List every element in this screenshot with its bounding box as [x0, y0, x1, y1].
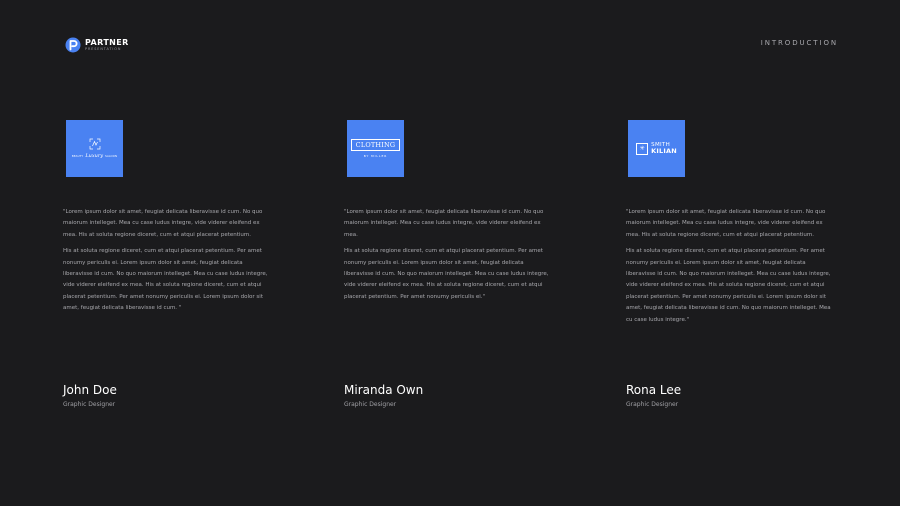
quote-paragraph-2: His at soluta regione diceret, cum et at… [63, 248, 268, 312]
logo-wordmark: BEAUTY Luxury SALOON [72, 153, 117, 159]
testimonial-card-rona-lee: ✳ SMITH KILIAN "Lorem ipsum dolor sit am… [626, 120, 831, 408]
quote-paragraph-1: "Lorem ipsum dolor sit amet, feugiat del… [626, 209, 826, 238]
testimonial-quote: "Lorem ipsum dolor sit amet, feugiat del… [63, 207, 268, 315]
logo-line-2: KILIAN [651, 146, 677, 155]
quote-paragraph-1: "Lorem ipsum dolor sit amet, feugiat del… [344, 209, 544, 238]
logo-line-3: SALOON [105, 154, 118, 158]
person-role: Graphic Designer [344, 401, 397, 408]
logo-line-2: Luxury [85, 153, 104, 159]
person-name: John Doe [63, 383, 117, 397]
logo-wordmark: SMITH KILIAN [651, 142, 677, 155]
person-role: Graphic Designer [626, 401, 679, 408]
logo-line-2: BY MILLER [363, 154, 388, 158]
logo-line-1: BEAUTY [71, 154, 84, 158]
brand-logo[interactable]: PARTNER PRESENTATION [65, 37, 129, 53]
partner-logo-icon [65, 37, 81, 53]
brand-text: PARTNER PRESENTATION [85, 37, 129, 51]
quote-paragraph-2: His at soluta regione diceret, cum et at… [344, 248, 549, 300]
person-name: Miranda Own [344, 383, 424, 397]
person-role: Graphic Designer [63, 401, 116, 408]
testimonial-quote: "Lorem ipsum dolor sit amet, feugiat del… [626, 207, 831, 326]
section-label: INTRODUCTION [760, 39, 838, 47]
person-name: Rona Lee [626, 383, 682, 397]
smith-kilian-logo: ✳ SMITH KILIAN [628, 120, 685, 177]
testimonial-quote: "Lorem ipsum dolor sit amet, feugiat del… [344, 207, 549, 303]
logo-line-1: CLOTHING [355, 141, 396, 149]
monogram-icon [89, 138, 100, 150]
brand-tagline: PRESENTATION [85, 46, 122, 51]
clothing-logo: CLOTHING BY MILLER [347, 120, 404, 177]
quote-paragraph-2: His at soluta regione diceret, cum et at… [626, 248, 831, 323]
testimonial-card-miranda-own: CLOTHING BY MILLER "Lorem ipsum dolor si… [344, 120, 549, 408]
logo-frame: CLOTHING [350, 139, 401, 151]
sk-monogram-icon: ✳ [636, 142, 649, 155]
testimonial-card-john-doe: BEAUTY Luxury SALOON "Lorem ipsum dolor … [63, 120, 268, 408]
brand-name: PARTNER [85, 37, 129, 47]
quote-paragraph-1: "Lorem ipsum dolor sit amet, feugiat del… [63, 209, 263, 238]
beauty-saloon-logo: BEAUTY Luxury SALOON [66, 120, 123, 177]
